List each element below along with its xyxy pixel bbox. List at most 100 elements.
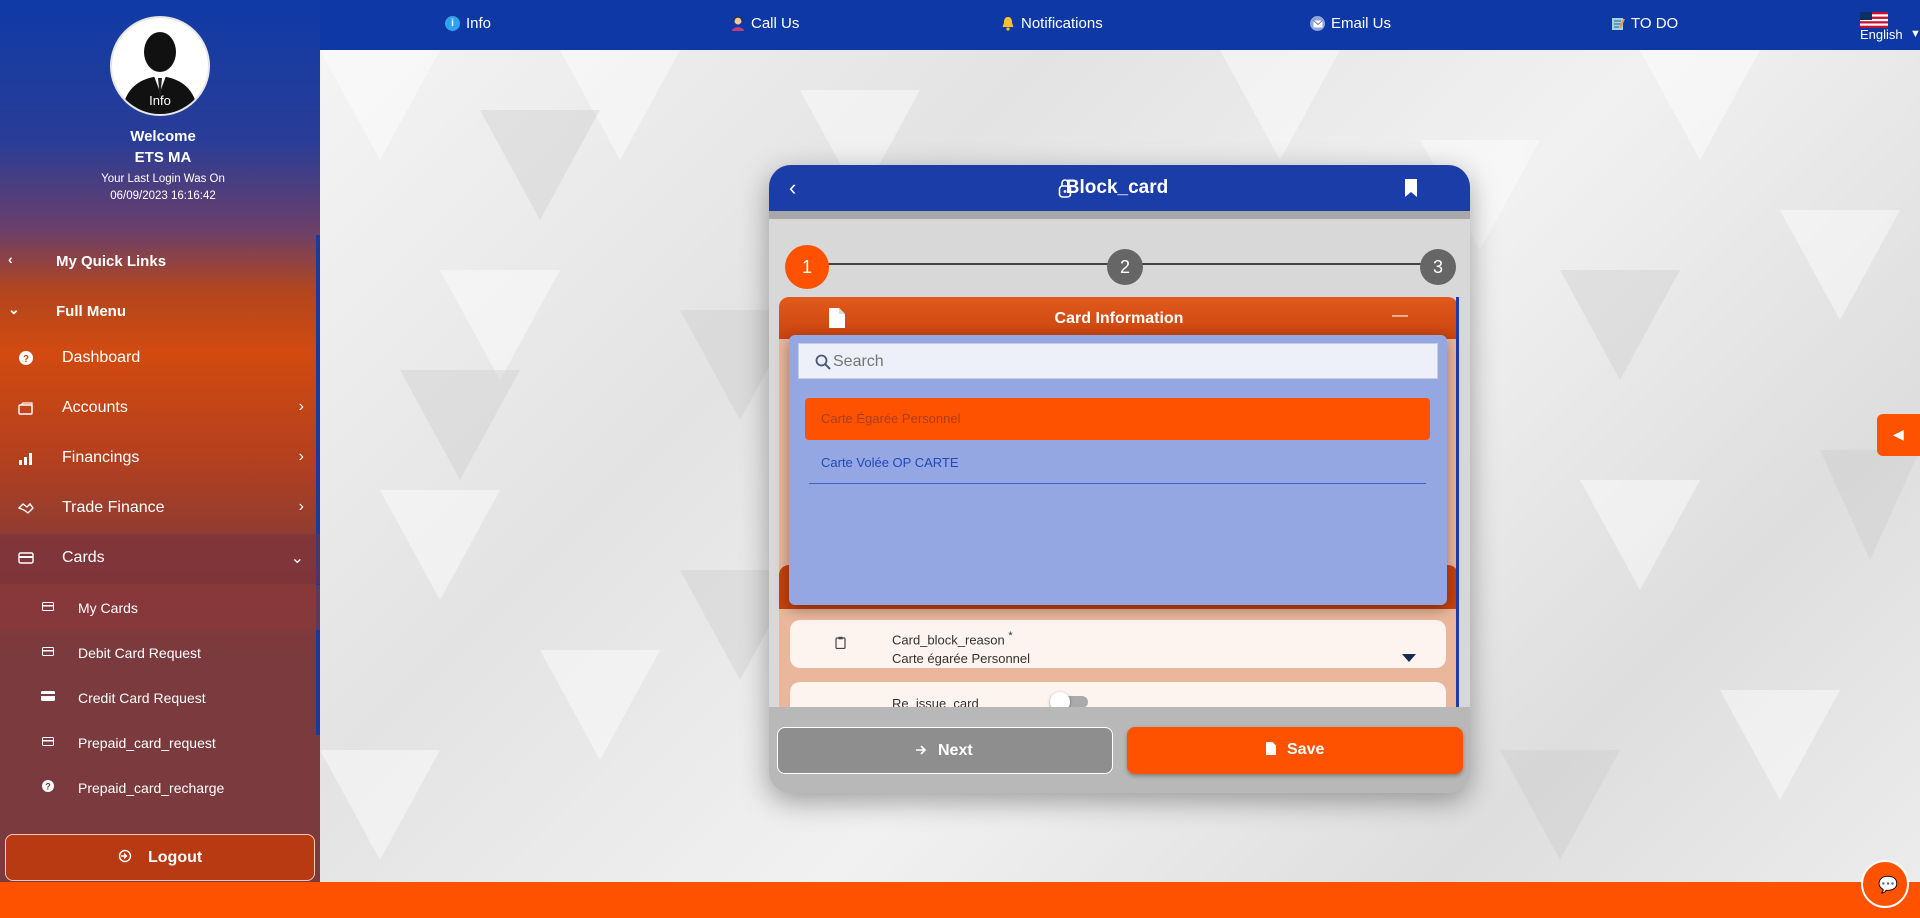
footer-bar <box>0 882 1920 918</box>
search-input[interactable] <box>833 348 1423 376</box>
envelope-icon <box>1310 16 1325 31</box>
dropdown-search[interactable] <box>798 343 1438 379</box>
topbar-info[interactable]: i Info <box>445 15 491 32</box>
notepad-icon <box>1610 16 1625 31</box>
top-bar: i Info Call Us Notifications Email Us TO… <box>320 0 1920 50</box>
option-label: Carte Volée OP CARTE <box>821 455 959 470</box>
sidebar-item-label: Cards <box>62 549 105 566</box>
dropdown-option[interactable]: Carte Égarée Personnel <box>805 398 1430 440</box>
sidebar-subitem-label: Debit Card Request <box>78 645 201 661</box>
topbar-todo-label: TO DO <box>1631 15 1679 32</box>
caret-left-icon: ◀ <box>1893 426 1904 442</box>
logout-icon <box>118 849 132 868</box>
sidebar-subitem-label: Credit Card Request <box>78 690 206 706</box>
sidebar: Info Welcome ETS MA Your Last Login Was … <box>0 0 320 882</box>
chat-button[interactable]: 💬 <box>1861 860 1909 908</box>
collapse-icon[interactable]: — <box>1392 307 1408 325</box>
topbar-email-us-label: Email Us <box>1331 15 1392 32</box>
card-icon <box>18 550 34 566</box>
chat-icon: 💬 <box>1878 877 1898 894</box>
arrow-right-icon <box>915 743 927 761</box>
option-underline <box>809 483 1426 484</box>
sidebar-subitem-prepaid-card-request[interactable]: Prepaid_card_request <box>0 720 320 765</box>
sidebar-subitem-prepaid-card-recharge[interactable]: ? Prepaid_card_recharge <box>0 765 320 810</box>
topbar-call-us[interactable]: Call Us <box>730 15 799 32</box>
card-icon <box>40 644 56 658</box>
agent-icon <box>730 16 745 31</box>
sidebar-subitem-debit-card-request[interactable]: Debit Card Request <box>0 630 320 675</box>
section-scrollbar[interactable] <box>1456 297 1459 707</box>
reissue-card-field: Re_issue_card <box>790 682 1446 712</box>
header-divider <box>769 211 1470 219</box>
clipboard-icon <box>835 636 846 654</box>
bell-icon <box>1000 16 1015 31</box>
dialog-title: Block_card <box>1065 177 1169 198</box>
topbar-email-us[interactable]: Email Us <box>1310 15 1391 32</box>
chevron-down-icon: ⌄ <box>8 301 20 317</box>
save-button[interactable]: Save <box>1127 727 1463 774</box>
step-3[interactable]: 3 <box>1420 249 1456 285</box>
card-block-reason-select[interactable]: Card_block_reason * Carte égarée Personn… <box>790 620 1446 668</box>
chevron-right-icon: › <box>298 398 304 415</box>
sidebar-item-dashboard[interactable]: ? Dashboard <box>0 334 320 384</box>
step-1[interactable]: 1 <box>785 245 829 289</box>
card-block-reason-value: Carte égarée Personnel <box>892 651 1031 666</box>
bookmark-icon[interactable] <box>1405 179 1417 202</box>
save-label: Save <box>1287 741 1325 758</box>
full-menu-label: Full Menu <box>56 303 126 320</box>
card-information-header[interactable]: Card Information — <box>779 297 1458 339</box>
card-icon <box>40 599 56 613</box>
block-reason-dropdown: Carte Égarée Personnel Carte Volée OP CA… <box>789 335 1447 605</box>
language-label: English <box>1860 27 1903 42</box>
sidebar-item-trade-finance[interactable]: Trade Finance › <box>0 484 320 534</box>
next-button[interactable]: Next <box>777 727 1113 774</box>
sidebar-item-label: Dashboard <box>62 349 141 366</box>
avatar-label: Info <box>149 93 171 108</box>
full-menu-toggle[interactable]: ⌄ Full Menu <box>0 295 320 327</box>
bar-chart-icon <box>18 450 34 466</box>
svg-text:?: ? <box>45 782 51 792</box>
sidebar-subitem-label: Prepaid_card_request <box>78 735 216 751</box>
user-name: ETS MA <box>134 149 192 166</box>
required-mark: * <box>1008 630 1013 642</box>
dialog-header: ‹ Block_card <box>769 165 1470 211</box>
sidebar-item-label: Accounts <box>62 399 128 416</box>
step-2[interactable]: 2 <box>1107 249 1143 285</box>
handshake-icon <box>18 500 34 516</box>
last-login-label: Your Last Login Was On <box>101 173 225 185</box>
topbar-info-label: Info <box>466 15 492 32</box>
topbar-todo[interactable]: TO DO <box>1610 15 1678 32</box>
side-panel-toggle[interactable]: ◀ <box>1877 414 1920 456</box>
us-flag-icon <box>1860 12 1888 28</box>
chevron-down-icon: ⌄ <box>290 550 304 567</box>
credit-card-icon <box>40 689 56 703</box>
sidebar-item-accounts[interactable]: Accounts › <box>0 384 320 434</box>
sidebar-item-financings[interactable]: Financings › <box>0 434 320 484</box>
chevron-right-icon: › <box>298 448 304 465</box>
chevron-right-icon: › <box>298 498 304 515</box>
topbar-notifications-label: Notifications <box>1021 15 1103 32</box>
quick-links-toggle[interactable]: ‹ My Quick Links <box>0 245 320 277</box>
svg-text:?: ? <box>23 354 29 365</box>
help-circle-icon: ? <box>18 350 34 366</box>
search-icon <box>815 354 831 375</box>
option-label: Carte Égarée Personnel <box>821 411 961 426</box>
logout-button[interactable]: Logout <box>5 834 315 881</box>
chevron-left-icon: ‹ <box>8 251 13 267</box>
sidebar-subitem-label: Prepaid_card_recharge <box>78 780 225 796</box>
info-icon: i <box>445 16 460 31</box>
topbar-notifications[interactable]: Notifications <box>1000 15 1103 32</box>
logout-label: Logout <box>148 849 203 866</box>
sidebar-subitem-my-cards[interactable]: My Cards <box>0 585 320 630</box>
avatar[interactable]: Info <box>110 16 210 116</box>
sidebar-subitem-credit-card-request[interactable]: Credit Card Request <box>0 675 320 720</box>
caret-down-icon: ▼ <box>1910 28 1920 40</box>
back-icon[interactable]: ‹ <box>789 175 796 201</box>
sidebar-item-cards[interactable]: Cards ⌄ <box>0 534 320 584</box>
card-block-reason-label: Card_block_reason * <box>892 630 1013 648</box>
next-label: Next <box>938 742 973 759</box>
sidebar-subitem-label: My Cards <box>78 600 138 616</box>
document-icon <box>829 308 845 333</box>
welcome-text: Welcome <box>130 128 196 145</box>
dropdown-option[interactable]: Carte Volée OP CARTE <box>805 442 1430 484</box>
